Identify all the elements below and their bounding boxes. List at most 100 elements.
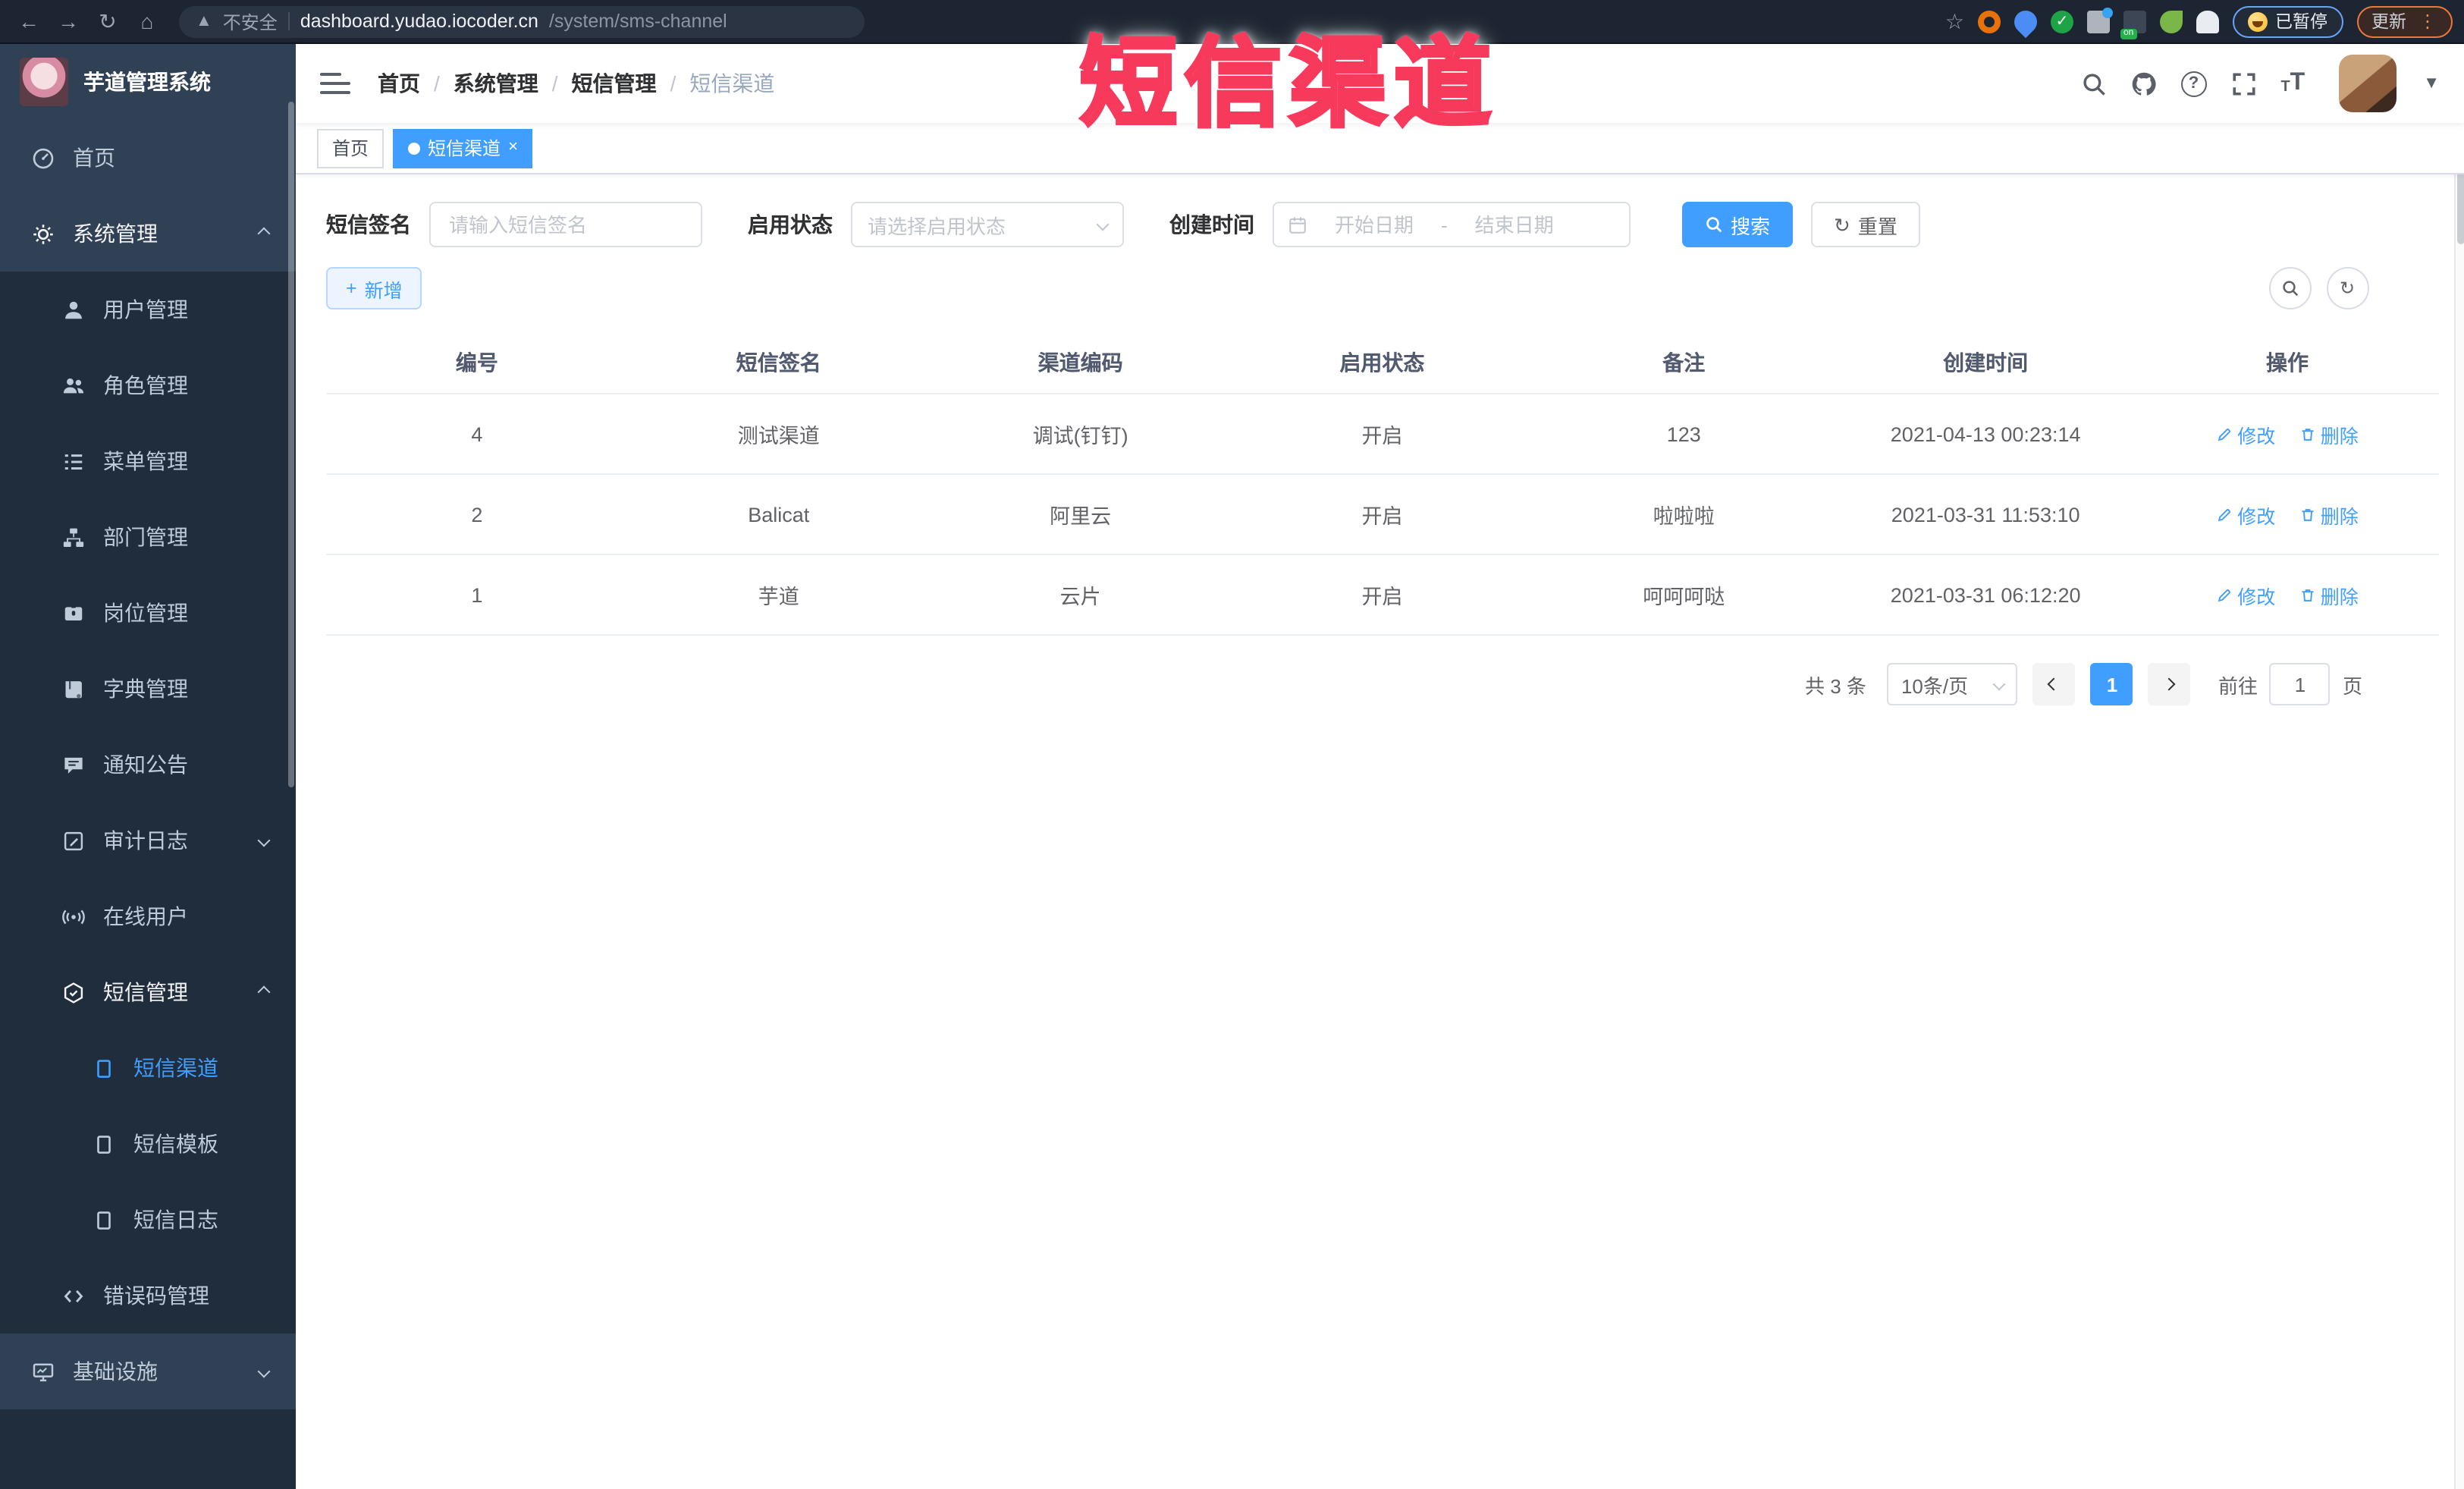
end-date-input[interactable] bbox=[1456, 213, 1572, 236]
sms-channel-table: 编号 短信签名 渠道编码 启用状态 备注 创建时间 操作 4 测试渠道 调试(钉… bbox=[326, 331, 2438, 636]
toolbar-right: ↻ bbox=[2268, 267, 2441, 309]
caret-down-icon[interactable]: ▼ bbox=[2423, 74, 2440, 93]
sidebar-item-label: 错误码管理 bbox=[103, 1283, 209, 1308]
sidebar-item-online-users[interactable]: 在线用户 bbox=[0, 878, 296, 954]
breadcrumb-separator: / bbox=[434, 71, 440, 96]
sidebar-item-label: 短信管理 bbox=[103, 980, 188, 1004]
github-icon[interactable] bbox=[2130, 71, 2156, 96]
pagination: 共 3 条 10条/页 1 前往 页 bbox=[326, 663, 2441, 705]
date-range-picker[interactable]: - bbox=[1273, 202, 1631, 247]
extension-icon[interactable] bbox=[1978, 10, 2001, 33]
forward-icon[interactable]: → bbox=[52, 5, 85, 38]
sidebar-item-error-codes[interactable]: 错误码管理 bbox=[0, 1258, 296, 1334]
app-title: 芋道管理系统 bbox=[83, 70, 211, 94]
breadcrumb-sms[interactable]: 短信管理 bbox=[572, 68, 657, 99]
extension-leaf-icon[interactable] bbox=[2160, 10, 2183, 33]
sidebar-item-sms-channel[interactable]: 短信渠道 bbox=[0, 1030, 296, 1106]
sidebar-scrollbar[interactable] bbox=[288, 102, 294, 787]
navbar: 首页 / 系统管理 / 短信管理 / 短信渠道 ? T T ▼ bbox=[296, 44, 2464, 123]
font-size-icon[interactable]: TT bbox=[2280, 71, 2305, 96]
sidebar-item-dict[interactable]: 字典管理 bbox=[0, 651, 296, 727]
reload-icon[interactable]: ↻ bbox=[91, 5, 124, 38]
page-scrollbar[interactable] bbox=[2453, 44, 2464, 1489]
delete-link[interactable]: 删除 bbox=[2299, 500, 2359, 529]
edit-link[interactable]: 修改 bbox=[2216, 419, 2275, 448]
table-row: 4 测试渠道 调试(钉钉) 开启 123 2021-04-13 00:23:14… bbox=[326, 394, 2438, 475]
sidebar-item-audit-log[interactable]: 审计日志 bbox=[0, 803, 296, 878]
extension-pin-icon[interactable] bbox=[2009, 5, 2042, 38]
sidebar-item-home[interactable]: 首页 bbox=[0, 120, 296, 196]
sidebar-item-notice[interactable]: 通知公告 bbox=[0, 727, 296, 803]
col-actions: 操作 bbox=[2136, 331, 2438, 394]
book-icon bbox=[61, 677, 85, 701]
toggle-search-button[interactable] bbox=[2268, 267, 2311, 309]
breadcrumb-system[interactable]: 系统管理 bbox=[454, 68, 538, 99]
col-remark: 备注 bbox=[1533, 331, 1835, 394]
sidebar-item-departments[interactable]: 部门管理 bbox=[0, 499, 296, 575]
trash-icon bbox=[2302, 508, 2314, 520]
page-size-select[interactable]: 10条/页 bbox=[1887, 663, 2018, 705]
address-bar[interactable]: ▲ 不安全 dashboard.yudao.iocoder.cn/system/… bbox=[179, 5, 865, 37]
breadcrumb-current: 短信渠道 bbox=[689, 71, 775, 96]
warning-icon: ▲ bbox=[196, 12, 212, 30]
delete-link[interactable]: 删除 bbox=[2299, 419, 2359, 448]
sidebar-item-roles[interactable]: 角色管理 bbox=[0, 347, 296, 423]
avatar[interactable] bbox=[2338, 55, 2397, 112]
extension-grid-icon[interactable] bbox=[2087, 7, 2113, 33]
message-icon bbox=[61, 752, 85, 777]
status-select[interactable]: 请选择启用状态 bbox=[851, 202, 1124, 247]
breadcrumb-separator: / bbox=[551, 71, 558, 96]
search-icon[interactable] bbox=[2080, 71, 2106, 96]
trash-icon bbox=[2302, 589, 2314, 601]
search-button[interactable]: 搜索 bbox=[1682, 202, 1794, 247]
prev-page-button[interactable] bbox=[2032, 663, 2076, 705]
chrome-update-button[interactable]: 更新 ⋮ bbox=[2356, 5, 2452, 37]
sidebar-item-users[interactable]: 用户管理 bbox=[0, 272, 296, 347]
hamburger-icon[interactable] bbox=[320, 68, 350, 99]
not-secure-label[interactable]: 不安全 bbox=[223, 8, 278, 34]
time-label: 创建时间 bbox=[1169, 212, 1254, 237]
sidebar-item-sms-log[interactable]: 短信日志 bbox=[0, 1182, 296, 1258]
table-row: 2 Balicat 阿里云 开启 啦啦啦 2021-03-31 11:53:10… bbox=[326, 474, 2438, 555]
browser-toolbar: ← → ↻ ⌂ ▲ 不安全 dashboard.yudao.iocoder.cn… bbox=[0, 0, 2464, 44]
sidebar-item-infrastructure[interactable]: 基础设施 bbox=[0, 1334, 296, 1409]
page-number-1[interactable]: 1 bbox=[2090, 663, 2133, 705]
edit-link[interactable]: 修改 bbox=[2216, 500, 2275, 529]
delete-link[interactable]: 删除 bbox=[2299, 580, 2359, 609]
tag-home[interactable]: 首页 bbox=[317, 128, 385, 168]
sidebar-item-sms-template[interactable]: 短信模板 bbox=[0, 1106, 296, 1182]
sidebar-item-sms[interactable]: 短信管理 bbox=[0, 954, 296, 1030]
back-icon[interactable]: ← bbox=[12, 5, 46, 38]
app-logo-row[interactable]: 芋道管理系统 bbox=[0, 44, 296, 120]
start-date-input[interactable] bbox=[1317, 213, 1432, 236]
reset-button[interactable]: ↻ 重置 bbox=[1811, 202, 1920, 247]
sidebar-item-label: 基础设施 bbox=[73, 1359, 158, 1384]
edit-link[interactable]: 修改 bbox=[2216, 580, 2275, 609]
menu-kebab-icon[interactable]: ⋮ bbox=[2418, 12, 2437, 30]
paused-badge[interactable]: 已暂停 bbox=[2233, 5, 2343, 37]
extension-on-badge-icon[interactable] bbox=[2120, 10, 2146, 39]
col-status: 启用状态 bbox=[1231, 331, 1533, 394]
extension-check-icon[interactable]: ✓ bbox=[2051, 10, 2073, 33]
tags-view: 首页 短信渠道 × bbox=[296, 123, 2464, 174]
code-icon bbox=[61, 1283, 85, 1308]
tag-sms-channel[interactable]: 短信渠道 × bbox=[393, 128, 533, 168]
breadcrumb-home[interactable]: 首页 bbox=[378, 68, 420, 99]
chevron-down-icon bbox=[257, 834, 271, 847]
fullscreen-icon[interactable] bbox=[2230, 71, 2256, 96]
add-button[interactable]: + 新增 bbox=[326, 267, 422, 309]
goto-page-input[interactable] bbox=[2269, 663, 2331, 705]
sidebar-item-system[interactable]: 系统管理 bbox=[0, 196, 296, 272]
sidebar-item-menus[interactable]: 菜单管理 bbox=[0, 423, 296, 499]
next-page-button[interactable] bbox=[2148, 663, 2191, 705]
home-icon[interactable]: ⌂ bbox=[130, 5, 164, 38]
sidebar-item-label: 在线用户 bbox=[103, 904, 188, 928]
bookmark-star-icon[interactable]: ☆ bbox=[1945, 8, 1964, 34]
sign-input[interactable] bbox=[429, 202, 702, 247]
sidebar-item-posts[interactable]: 岗位管理 bbox=[0, 575, 296, 651]
badge-icon bbox=[61, 601, 85, 625]
close-icon[interactable]: × bbox=[508, 139, 518, 156]
refresh-button[interactable]: ↻ bbox=[2326, 267, 2368, 309]
help-icon[interactable]: ? bbox=[2180, 71, 2207, 96]
extension-ghost-icon[interactable] bbox=[2196, 10, 2219, 33]
